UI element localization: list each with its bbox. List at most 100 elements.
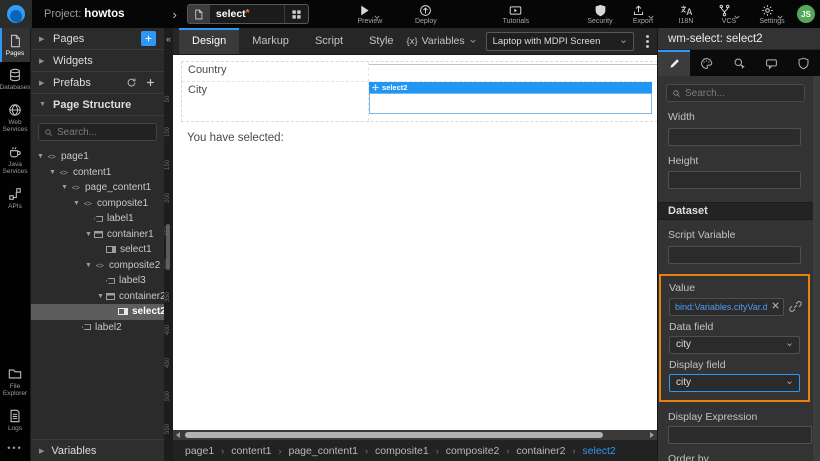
panel-tab-properties[interactable] bbox=[658, 50, 690, 76]
widget-title-bar[interactable]: select2 bbox=[369, 82, 652, 93]
preview-button[interactable]: Preview bbox=[355, 4, 385, 25]
page-selector[interactable]: select* bbox=[187, 4, 309, 24]
width-input[interactable] bbox=[668, 128, 801, 146]
variables-button[interactable]: {x} Variables bbox=[407, 35, 477, 47]
script-variable-input[interactable] bbox=[668, 246, 801, 264]
tab-script[interactable]: Script bbox=[302, 28, 356, 54]
chevron-down-icon[interactable]: ▼ bbox=[35, 153, 46, 160]
panel-tab-security[interactable] bbox=[788, 50, 820, 76]
country-select-cell[interactable] bbox=[369, 62, 657, 82]
more-options-button[interactable] bbox=[643, 35, 653, 48]
breadcrumb-item-content1[interactable]: content1 bbox=[231, 445, 271, 457]
tab-style[interactable]: Style bbox=[356, 28, 406, 54]
tree-node-page_content1[interactable]: ▼<>page_content1 bbox=[31, 180, 164, 196]
tree-node-composite1[interactable]: ▼<>composite1 bbox=[31, 196, 164, 212]
section-variables[interactable]: ▶ Variables bbox=[31, 439, 164, 461]
properties-panel: wm-select: select2 Width Height Dataset … bbox=[657, 28, 820, 461]
data-field-select[interactable]: city bbox=[669, 336, 800, 354]
selected-widget-overlay[interactable]: select2 bbox=[369, 82, 652, 114]
chevron-down-icon[interactable]: ▼ bbox=[71, 200, 82, 207]
structure-search-input[interactable] bbox=[57, 127, 151, 138]
tab-markup[interactable]: Markup bbox=[239, 28, 302, 54]
rail-item-web-services[interactable]: Web Services bbox=[0, 97, 30, 139]
rail-item-pages[interactable]: Pages bbox=[0, 28, 30, 62]
breadcrumb-item-composite2[interactable]: composite2 bbox=[446, 445, 500, 457]
add-prefab-button[interactable] bbox=[145, 77, 156, 88]
ruler-mark: 50 bbox=[165, 91, 171, 107]
tree-node-page1[interactable]: ▼<>page1 bbox=[31, 149, 164, 165]
panel-tab-messages[interactable] bbox=[755, 50, 787, 76]
value-binding-input[interactable] bbox=[669, 298, 784, 316]
vcs-button[interactable]: VCS bbox=[714, 4, 744, 25]
bind-link-icon[interactable] bbox=[789, 300, 802, 313]
tutorials-button[interactable]: Tutorials bbox=[501, 4, 531, 25]
rail-label: Web Services bbox=[0, 119, 30, 134]
display-expression-input[interactable] bbox=[668, 426, 812, 444]
country-label[interactable]: Country bbox=[182, 62, 369, 82]
rail-overflow-button[interactable]: ••• bbox=[0, 437, 30, 461]
breadcrumb-item-page1[interactable]: page1 bbox=[185, 445, 214, 457]
tree-node-select1[interactable]: select1 bbox=[31, 242, 164, 258]
country-select-widget[interactable] bbox=[369, 64, 657, 65]
panel-scrollbar[interactable] bbox=[813, 76, 820, 461]
scrollbar-track[interactable] bbox=[183, 430, 647, 440]
rail-item-apis[interactable]: APIs bbox=[0, 181, 30, 215]
page-grid-icon[interactable] bbox=[284, 5, 308, 23]
pencil-icon bbox=[668, 57, 681, 70]
search-icon bbox=[44, 128, 53, 137]
tree-node-label1[interactable]: label1 bbox=[31, 211, 164, 227]
tree-node-label3[interactable]: label3 bbox=[31, 273, 164, 289]
toolbar-right-actions: Security Export I18N VCS Settings bbox=[585, 4, 793, 25]
tree-node-label2[interactable]: label2 bbox=[31, 320, 164, 336]
rail-item-java-services[interactable]: Java Services bbox=[0, 139, 30, 181]
collapse-left-panel-button[interactable]: « bbox=[164, 32, 173, 47]
rail-item-logs[interactable]: Logs bbox=[0, 403, 30, 437]
security-button[interactable]: Security bbox=[585, 4, 615, 25]
select2-widget[interactable] bbox=[369, 93, 652, 114]
section-pages[interactable]: ▶ Pages bbox=[31, 28, 164, 50]
settings-button[interactable]: Settings bbox=[757, 4, 787, 25]
tree-node-select2[interactable]: select2 bbox=[31, 304, 164, 320]
i18n-icon bbox=[680, 4, 693, 17]
wavemaker-logo-icon bbox=[7, 5, 25, 23]
breadcrumb-item-composite1[interactable]: composite1 bbox=[375, 445, 429, 457]
export-button[interactable]: Export bbox=[628, 4, 658, 25]
clear-binding-icon[interactable] bbox=[770, 300, 781, 311]
chevron-down-icon[interactable]: ▼ bbox=[59, 184, 70, 191]
properties-search-input[interactable] bbox=[685, 88, 799, 99]
breadcrumb-item-select2[interactable]: select2 bbox=[582, 445, 615, 457]
city-label[interactable]: City bbox=[182, 82, 369, 121]
tree-node-content1[interactable]: ▼<>content1 bbox=[31, 165, 164, 181]
app-logo[interactable] bbox=[0, 0, 32, 28]
rail-item-databases[interactable]: Databases bbox=[0, 62, 30, 96]
device-select[interactable]: Laptop with MDPI Screen bbox=[486, 32, 634, 51]
chevron-down-icon[interactable]: ▼ bbox=[95, 293, 106, 300]
panel-tab-styles[interactable] bbox=[690, 50, 722, 76]
scroll-right-button[interactable] bbox=[647, 430, 657, 440]
tree-node-container1[interactable]: ▼container1 bbox=[31, 227, 164, 243]
chevron-down-icon[interactable]: ▼ bbox=[47, 169, 58, 176]
globe-icon bbox=[8, 103, 22, 117]
user-avatar[interactable]: JS bbox=[797, 5, 815, 23]
rail-item-file-explorer[interactable]: File Explorer bbox=[0, 361, 30, 403]
deploy-button[interactable]: Deploy bbox=[411, 4, 441, 25]
tree-node-container2[interactable]: ▼container2 bbox=[31, 289, 164, 305]
tab-design[interactable]: Design bbox=[179, 28, 239, 54]
breadcrumb-item-container2[interactable]: container2 bbox=[516, 445, 565, 457]
breadcrumb-separator: › bbox=[365, 446, 368, 456]
chevron-down-icon[interactable]: ▼ bbox=[83, 231, 94, 238]
breadcrumb-item-page_content1[interactable]: page_content1 bbox=[289, 445, 358, 457]
refresh-icon[interactable] bbox=[126, 77, 137, 88]
height-input[interactable] bbox=[668, 171, 801, 189]
scroll-left-button[interactable] bbox=[173, 430, 183, 440]
panel-tab-inspect[interactable] bbox=[723, 50, 755, 76]
section-widgets[interactable]: ▶ Widgets bbox=[31, 50, 164, 72]
section-page-structure[interactable]: ▼ Page Structure bbox=[31, 94, 164, 116]
section-prefabs[interactable]: ▶ Prefabs bbox=[31, 72, 164, 94]
scrollbar-thumb[interactable] bbox=[185, 432, 603, 438]
display-field-select[interactable]: city bbox=[669, 374, 800, 392]
i18n-button[interactable]: I18N bbox=[671, 4, 701, 25]
chevron-down-icon[interactable]: ▼ bbox=[83, 262, 94, 269]
tree-node-composite2[interactable]: ▼<>composite2 bbox=[31, 258, 164, 274]
add-page-button[interactable] bbox=[141, 31, 156, 46]
